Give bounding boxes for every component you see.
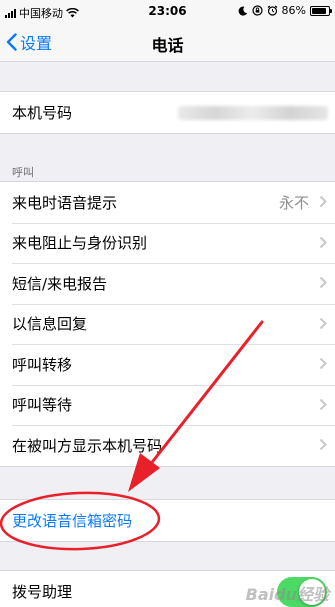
call-blocking-label: 来电阻止与身份识别 xyxy=(12,234,148,253)
moon-icon xyxy=(238,6,247,16)
sms-call-report-label: 短信/来电报告 xyxy=(12,274,108,293)
alarm-icon xyxy=(267,5,277,16)
navigation-bar: 设置 电话 xyxy=(0,22,335,62)
status-right: 86% xyxy=(238,4,332,17)
battery-percent: 86% xyxy=(281,4,306,17)
call-waiting-row[interactable]: 呼叫等待 xyxy=(0,384,335,426)
chevron-right-icon xyxy=(319,195,327,208)
chevron-right-icon xyxy=(319,236,327,248)
call-forwarding-row[interactable]: 呼叫转移 xyxy=(0,344,335,385)
announce-calls-row[interactable]: 来电时语音提示 永不 xyxy=(0,182,335,223)
calls-group: 来电时语音提示 永不 来电阻止与身份识别 短信/来电报告 以信息回复 呼叫转移 … xyxy=(0,181,335,467)
phone-number-group: 本机号码 xyxy=(0,91,335,134)
respond-with-text-label: 以信息回复 xyxy=(12,315,88,334)
chevron-right-icon xyxy=(319,357,327,370)
sms-call-report-row[interactable]: 短信/来电报告 xyxy=(0,263,335,304)
phone-number-row[interactable]: 本机号码 xyxy=(0,92,335,133)
show-caller-id-row[interactable]: 在被叫方显示本机号码 xyxy=(0,425,335,466)
change-voicemail-password-link[interactable]: 更改语音信箱密码 xyxy=(12,510,132,531)
battery-icon xyxy=(310,5,332,16)
page-title: 电话 xyxy=(151,36,184,55)
phone-number-value-redacted xyxy=(178,106,328,120)
change-voicemail-password-row[interactable]: 更改语音信箱密码 xyxy=(0,500,335,541)
chevron-right-icon xyxy=(319,398,327,410)
announce-calls-value: 永不 xyxy=(278,193,309,212)
call-forwarding-label: 呼叫转移 xyxy=(12,355,73,374)
lock-rotation-icon xyxy=(251,5,263,16)
voicemail-group: 更改语音信箱密码 xyxy=(0,499,335,542)
show-caller-id-label: 在被叫方显示本机号码 xyxy=(12,436,163,455)
calls-section-header: 呼叫 xyxy=(12,166,34,179)
announce-calls-label: 来电时语音提示 xyxy=(12,193,118,212)
chevron-right-icon xyxy=(319,317,327,329)
status-bar: 中国移动 23:06 86% xyxy=(0,0,335,22)
chevron-right-icon xyxy=(319,276,327,289)
phone-number-label: 本机号码 xyxy=(12,103,73,122)
dial-assist-label: 拨号助理 xyxy=(12,582,73,601)
call-waiting-label: 呼叫等待 xyxy=(12,396,73,415)
chevron-right-icon xyxy=(319,438,327,451)
respond-with-text-row[interactable]: 以信息回复 xyxy=(0,303,335,345)
call-blocking-row[interactable]: 来电阻止与身份识别 xyxy=(0,222,335,264)
watermark: Baidu经验 xyxy=(245,585,329,604)
